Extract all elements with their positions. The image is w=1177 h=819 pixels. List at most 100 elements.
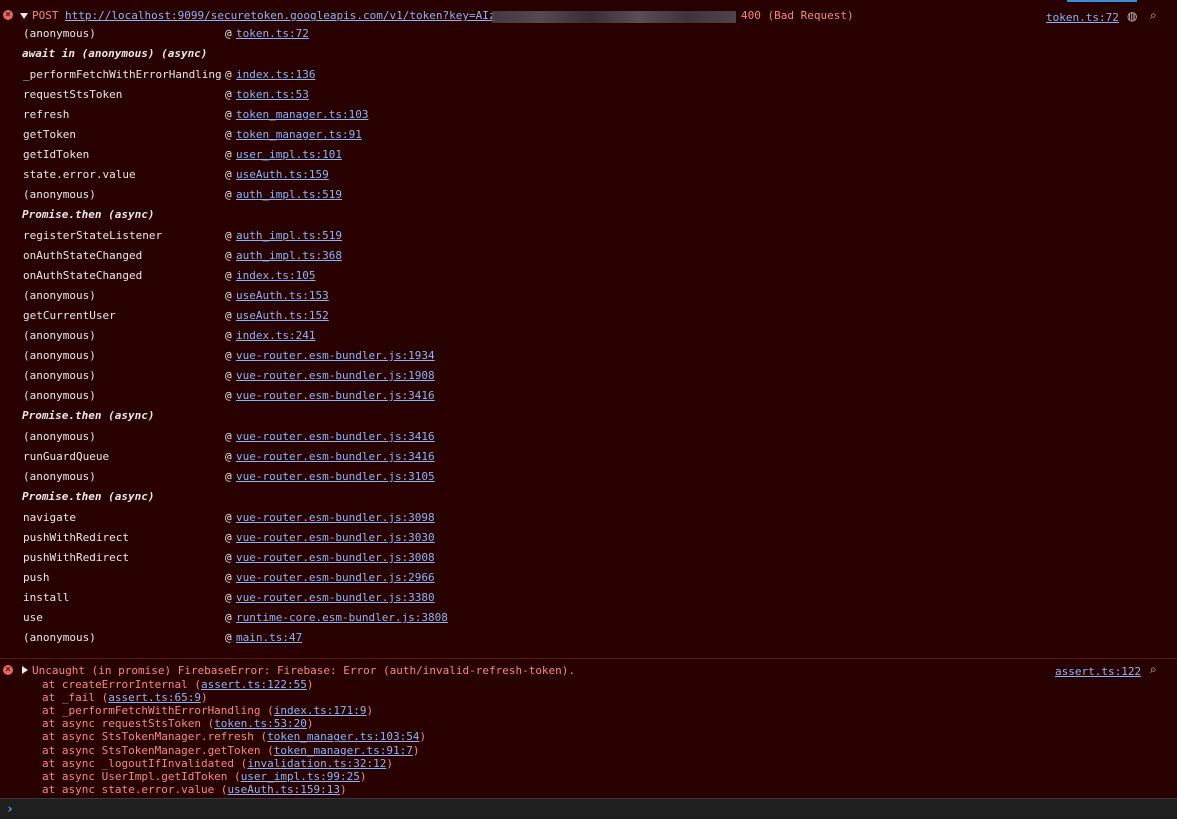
error-trace-line: at async UserImpl.getIdToken (user_impl.… [42,770,367,783]
stack-frame-source-link[interactable]: vue-router.esm-bundler.js:3008 [236,551,435,564]
stack-frame-source-link[interactable]: useAuth.ts:153 [236,289,329,302]
stack-frame-row: install @ vue-router.esm-bundler.js:3380 [0,590,1177,610]
error-trace-source-link[interactable]: invalidation.ts:32:12 [247,757,386,770]
stack-frame-source-link[interactable]: vue-router.esm-bundler.js:3380 [236,591,435,604]
stack-frame-row: pushWithRedirect @ vue-router.esm-bundler.… [0,550,1177,570]
stack-frame-function: _performFetchWithErrorHandling [23,68,222,81]
error-message: Uncaught (in promise) FirebaseError: Fir… [32,664,576,677]
error-icon: ✕ [3,665,13,675]
error-trace-source-link[interactable]: useAuth.ts:159:13 [227,783,340,796]
stack-frame-source-link[interactable]: vue-router.esm-bundler.js:3416 [236,389,435,402]
error-source-link[interactable]: assert.ts:122 [1055,665,1141,678]
uncaught-error-row[interactable]: ✕ Uncaught (in promise) FirebaseError: F… [0,662,1177,678]
stack-frame-at-symbol: @ [225,168,232,181]
network-request-icon[interactable]: ◍ [1127,9,1137,23]
request-source-link[interactable]: token.ts:72 [1046,11,1119,24]
stack-frame-at-symbol: @ [225,289,232,302]
error-trace-close-paren: ) [366,704,374,718]
stack-frame-source-link[interactable]: token.ts:53 [236,88,309,101]
stack-frame-function: (anonymous) [23,329,96,342]
stack-frame-at-symbol: @ [225,551,232,564]
stack-frame-at-symbol: @ [225,571,232,584]
stack-frame-function: pushWithRedirect [23,551,129,564]
stack-frame-row: onAuthStateChanged @ auth_impl.ts:368 [0,248,1177,268]
error-trace-frame: at async _logoutIfInvalidated ( [42,756,248,770]
error-trace-source-link[interactable]: token_manager.ts:103:54 [267,730,419,743]
stack-frame-row: getCurrentUser @ useAuth.ts:152 [0,308,1177,328]
stack-frame-source-link[interactable]: index.ts:241 [236,329,315,342]
prompt-chevron-icon: › [6,802,14,817]
stack-frame-source-link[interactable]: vue-router.esm-bundler.js:3030 [236,531,435,544]
stack-frame-source-link[interactable]: auth_impl.ts:519 [236,188,342,201]
search-icon[interactable]: ⌕ [1150,662,1157,677]
stack-frame-row: (anonymous) @ token.ts:72 [0,26,1177,46]
error-trace-frame: at createErrorInternal ( [42,678,201,691]
error-trace-source-link[interactable]: token_manager.ts:91:7 [274,744,413,757]
stack-frame-source-link[interactable]: vue-router.esm-bundler.js:3416 [236,450,435,463]
stack-frame-at-symbol: @ [225,531,232,544]
stack-frame-source-link[interactable]: auth_impl.ts:368 [236,249,342,262]
stack-frame-source-link[interactable]: index.ts:105 [236,269,315,282]
stack-frame-source-link[interactable]: token_manager.ts:103 [236,108,368,121]
error-trace-close-paren: ) [359,769,367,783]
stack-frame-source-link[interactable]: useAuth.ts:152 [236,309,329,322]
stack-frame-row: runGuardQueue @ vue-router.esm-bundler.js:… [0,449,1177,469]
error-trace-frame: at async StsTokenManager.getToken ( [42,743,274,757]
network-error-row[interactable]: ✕ POST http://localhost:9099/securetoken… [0,8,1177,26]
stack-frame-source-link[interactable]: auth_impl.ts:519 [236,229,342,242]
error-trace-line: at async state.error.value (useAuth.ts:1… [42,783,347,796]
stack-frame-source-link[interactable]: vue-router.esm-bundler.js:1934 [236,349,435,362]
collapse-triangle-icon[interactable] [22,666,28,674]
search-icon[interactable]: ⌕ [1150,8,1157,23]
devtools-console: ✕ POST http://localhost:9099/securetoken… [0,0,1177,819]
console-prompt[interactable]: › [0,798,1177,819]
error-trace-close-paren: ) [340,782,347,796]
stack-frame-row: pushWithRedirect @ vue-router.esm-bundler.… [0,530,1177,550]
stack-frame-row: (anonymous) @ vue-router.esm-bundler.js:19… [0,348,1177,368]
stack-frame-source-link[interactable]: user_impl.ts:101 [236,148,342,161]
stack-frame-at-symbol: @ [225,631,232,644]
stack-frame-function: (anonymous) [23,369,96,382]
request-url-link[interactable]: http://localhost:9099/securetoken.google… [65,9,495,22]
error-trace-source-link[interactable]: assert.ts:65:9 [108,691,201,704]
error-trace-source-link[interactable]: token.ts:53:20 [214,717,307,730]
stack-frame-function: requestStsToken [23,88,123,101]
stack-frame-row: navigate @ vue-router.esm-bundler.js:3098 [0,510,1177,530]
stack-frame-source-link[interactable]: vue-router.esm-bundler.js:3105 [236,470,435,483]
error-trace-frame: at _performFetchWithErrorHandling ( [42,704,274,718]
redacted-key-blur [492,11,736,23]
stack-frame-function: install [23,591,70,604]
expand-triangle-icon[interactable] [20,13,28,19]
stack-frame-function: (anonymous) [23,289,96,302]
stack-frame-row: (anonymous) @ vue-router.esm-bundler.js:34… [0,388,1177,408]
stack-frame-source-link[interactable]: vue-router.esm-bundler.js:3098 [236,511,435,524]
stack-frame-source-link[interactable]: useAuth.ts:159 [236,168,329,181]
error-trace-source-link[interactable]: assert.ts:122:55 [201,678,307,691]
error-trace-source-link[interactable]: user_impl.ts:99:25 [241,770,360,783]
stack-frame-source-link[interactable]: runtime-core.esm-bundler.js:3808 [236,611,448,624]
stack-frame-row: (anonymous) @ main.ts:47 [0,630,1177,650]
stack-frame-source-link[interactable]: vue-router.esm-bundler.js:1908 [236,369,435,382]
stack-frame-source-link[interactable]: token_manager.ts:91 [236,128,362,141]
stack-frame-function: getIdToken [23,148,90,161]
error-trace-frame: at async StsTokenManager.refresh ( [42,730,268,744]
stack-frame-function: (anonymous) [23,389,96,402]
async-boundary-label: Promise.then (async) [22,490,155,503]
stack-frame-source-link[interactable]: main.ts:47 [236,631,302,644]
stack-frame-source-link[interactable]: index.ts:136 [236,68,315,81]
stack-frame-function: pushWithRedirect [23,531,129,544]
error-trace-close-paren: ) [200,691,208,705]
stack-frame-row: refresh @ token_manager.ts:103 [0,107,1177,127]
stack-frame-row: (anonymous) @ useAuth.ts:153 [0,288,1177,308]
stack-frame-source-link[interactable]: token.ts:72 [236,27,309,40]
stack-frame-function: use [23,611,43,624]
error-trace-frame: at async requestStsToken ( [42,717,215,731]
error-trace-source-link[interactable]: index.ts:171:9 [274,704,367,717]
stack-frame-at-symbol: @ [225,249,232,262]
stack-frame-source-link[interactable]: vue-router.esm-bundler.js:3416 [236,430,435,443]
stack-frame-function: getCurrentUser [23,309,116,322]
stack-frame-at-symbol: @ [225,511,232,524]
stack-frame-at-symbol: @ [225,188,232,201]
stack-frame-source-link[interactable]: vue-router.esm-bundler.js:2966 [236,571,435,584]
async-boundary-label: Promise.then (async) [22,208,155,221]
